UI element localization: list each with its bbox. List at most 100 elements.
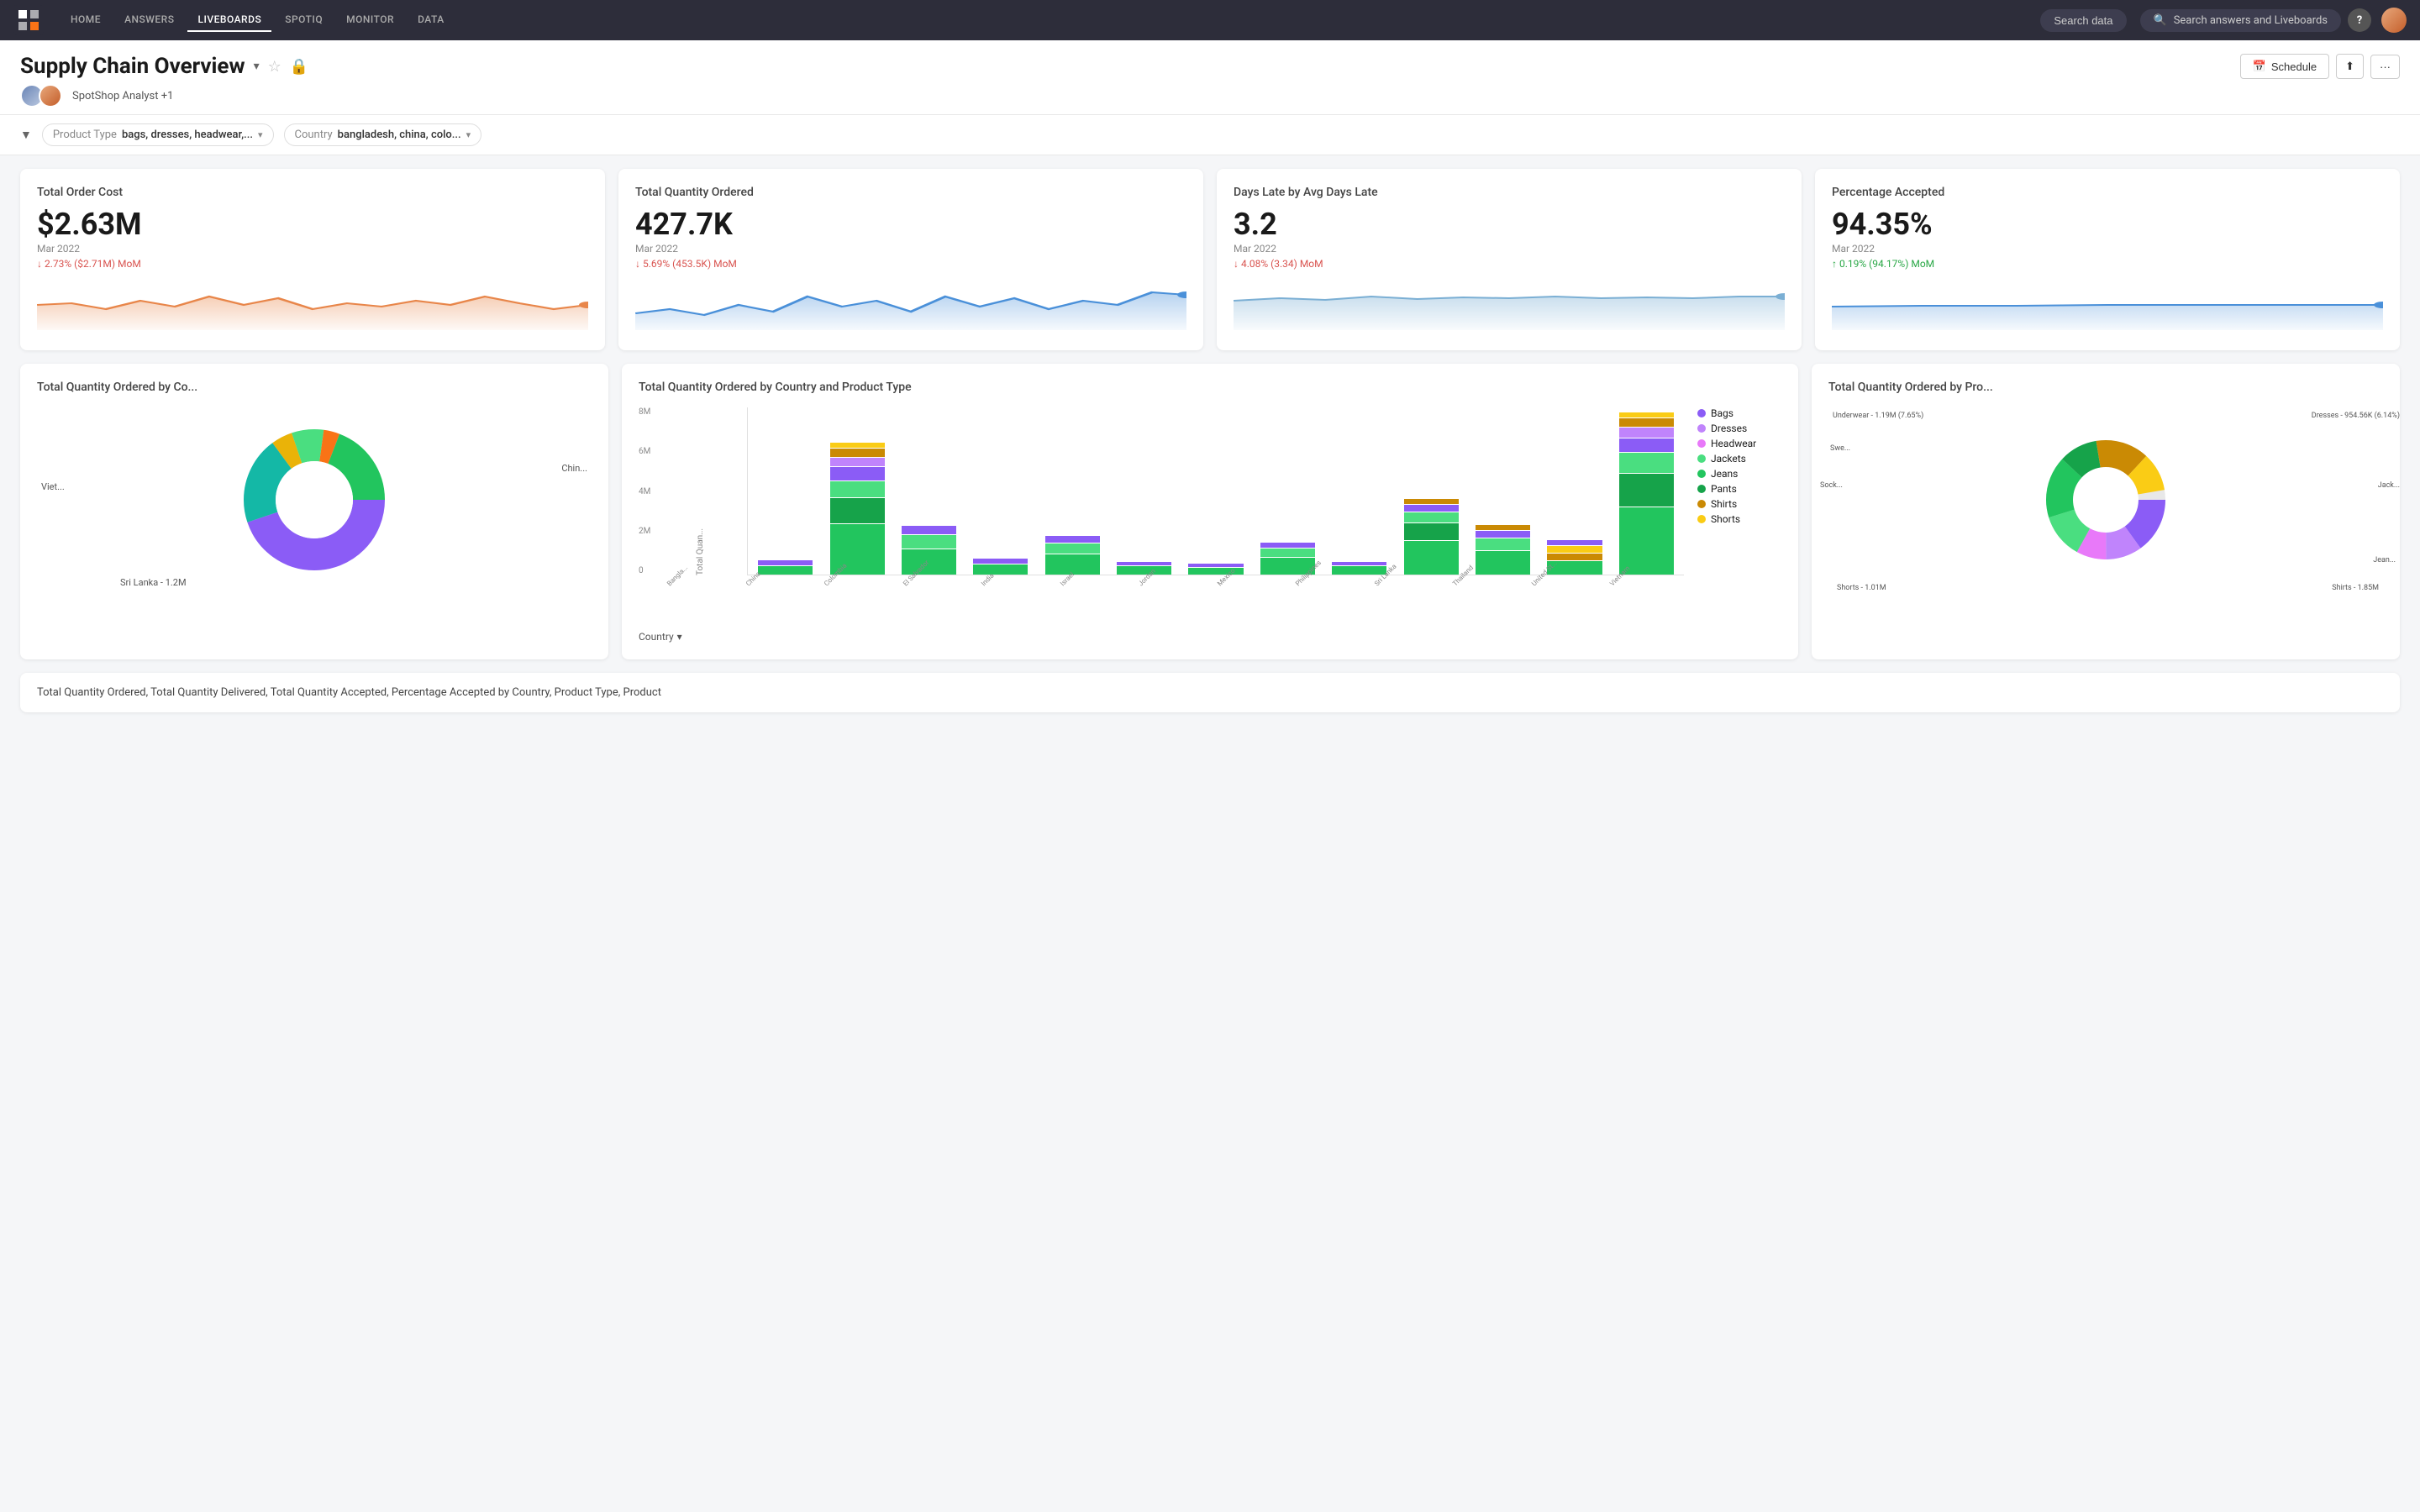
sparkline-4: [1832, 280, 2383, 330]
nav-home[interactable]: HOME: [60, 8, 111, 32]
chart-qty-by-country: Total Quantity Ordered by Co...: [20, 364, 608, 659]
kpi-value-4: 94.35%: [1832, 209, 2383, 239]
legend-headwear: Headwear: [1697, 438, 1781, 449]
up-arrow-icon-4: ↑: [1832, 258, 1837, 270]
kpi-period-1: Mar 2022: [37, 243, 588, 255]
kpi-period-4: Mar 2022: [1832, 243, 2383, 255]
avatar-group: [20, 84, 57, 108]
donut-product-svg: [2043, 437, 2169, 563]
country-arrow: ▾: [466, 129, 471, 140]
donut-country-label-vietnam: Viet...: [41, 481, 65, 492]
down-arrow-icon-3: ↓: [1234, 258, 1239, 270]
kpi-days-late: Days Late by Avg Days Late 3.2 Mar 2022 …: [1217, 169, 1802, 350]
legend-dot-bags: [1697, 409, 1706, 417]
help-button[interactable]: ?: [2348, 8, 2371, 32]
sparkline-1: [37, 280, 588, 330]
legend-dot-shorts: [1697, 515, 1706, 523]
kpi-change-2: ↓ 5.69% (453.5K) MoM: [635, 258, 1186, 270]
donut-product-label-dresses: Dresses - 954.56K (6.14%): [2312, 412, 2400, 422]
analyst-label: SpotShop Analyst +1: [72, 90, 173, 102]
header-meta: SpotShop Analyst +1: [20, 84, 2400, 108]
donut-product-label-jackets: Jack...: [2378, 481, 2400, 490]
kpi-title-1: Total Order Cost: [37, 186, 588, 199]
kpi-title-4: Percentage Accepted: [1832, 186, 2383, 199]
legend-shorts: Shorts: [1697, 513, 1781, 525]
legend-dot-jackets: [1697, 454, 1706, 463]
legend-pants: Pants: [1697, 483, 1781, 495]
chart-legend: Bags Dresses Headwear Jackets: [1697, 407, 1781, 643]
filter-icon: ▼: [20, 128, 32, 142]
lock-icon[interactable]: 🔒: [290, 58, 308, 76]
country-dropdown-arrow: ▾: [677, 631, 682, 643]
user-avatar[interactable]: [2381, 8, 2407, 33]
nav-answers[interactable]: ANSWERS: [114, 8, 184, 32]
nav-monitor[interactable]: MONITOR: [336, 8, 404, 32]
legend-dot-shirts: [1697, 500, 1706, 508]
avatar-2: [39, 84, 62, 108]
country-filter[interactable]: Country bangladesh, china, colo... ▾: [284, 123, 482, 146]
chart-title-country-donut: Total Quantity Ordered by Co...: [37, 381, 592, 394]
donut-product-label-socks: Sock...: [1820, 481, 1843, 490]
legend-dot-pants: [1697, 485, 1706, 493]
legend-jackets: Jackets: [1697, 453, 1781, 465]
donut-product-label-shirts: Shirts - 1.85M: [2332, 584, 2379, 592]
kpi-value-1: $2.63M: [37, 209, 588, 239]
legend-list: Bags Dresses Headwear Jackets: [1697, 407, 1781, 525]
search-answers-bar[interactable]: 🔍 Search answers and Liveboards: [2140, 9, 2342, 32]
kpi-period-3: Mar 2022: [1234, 243, 1785, 255]
product-type-arrow: ▾: [258, 129, 263, 140]
search-data-button[interactable]: Search data: [2040, 9, 2126, 32]
x-axis-labels: Bangla... China Colombia El Salvador Ind…: [639, 582, 1684, 624]
legend-dot-jeans: [1697, 470, 1706, 478]
nav-spotiq[interactable]: SPOTIQ: [275, 8, 333, 32]
product-type-value: bags, dresses, headwear,...: [122, 129, 253, 141]
chart-title-bar: Total Quantity Ordered by Country and Pr…: [639, 381, 1781, 394]
page-title: Supply Chain Overview: [20, 54, 245, 79]
legend-shirts: Shirts: [1697, 498, 1781, 510]
legend-jeans: Jeans: [1697, 468, 1781, 480]
favorite-star-icon[interactable]: ☆: [268, 58, 281, 76]
page-header: Supply Chain Overview ▾ ☆ 🔒 📅 Schedule ⬆…: [0, 40, 2420, 115]
schedule-button[interactable]: 📅 Schedule: [2240, 54, 2329, 79]
chart-title-product-donut: Total Quantity Ordered by Pro...: [1828, 381, 2383, 394]
search-icon: 🔍: [2154, 14, 2167, 27]
down-arrow-icon-2: ↓: [635, 258, 640, 270]
country-dropdown[interactable]: Country ▾: [639, 631, 1684, 643]
calendar-icon: 📅: [2253, 60, 2266, 73]
kpi-percentage-accepted: Percentage Accepted 94.35% Mar 2022 ↑ 0.…: [1815, 169, 2400, 350]
chart-bars-section: 8M 6M 4M 2M 0 Total Quan...: [639, 407, 1684, 643]
main-content: Total Order Cost $2.63M Mar 2022 ↓ 2.73%…: [0, 155, 2420, 726]
donut-country-label-china: Chin...: [561, 463, 587, 474]
bottom-text-content: Total Quantity Ordered, Total Quantity D…: [37, 686, 661, 699]
kpi-title-3: Days Late by Avg Days Late: [1234, 186, 1785, 199]
donut-product-label-shorts: Shorts - 1.01M: [1837, 584, 1886, 592]
more-options-button[interactable]: ···: [2370, 55, 2400, 79]
kpi-total-order-cost: Total Order Cost $2.63M Mar 2022 ↓ 2.73%…: [20, 169, 605, 350]
bottom-text-card: Total Quantity Ordered, Total Quantity D…: [20, 673, 2400, 712]
kpi-change-3: ↓ 4.08% (3.34) MoM: [1234, 258, 1785, 270]
title-left: Supply Chain Overview ▾ ☆ 🔒: [20, 54, 308, 79]
nav-data[interactable]: DATA: [408, 8, 455, 32]
sparkline-2: [635, 280, 1186, 330]
app-logo[interactable]: [13, 5, 44, 35]
sparkline-3: [1234, 280, 1785, 330]
filters-bar: ▼ Product Type bags, dresses, headwear,.…: [0, 115, 2420, 155]
product-type-filter[interactable]: Product Type bags, dresses, headwear,...…: [42, 123, 274, 146]
kpi-title-2: Total Quantity Ordered: [635, 186, 1186, 199]
nav-liveboards[interactable]: LIVEBOARDS: [187, 8, 271, 32]
kpi-value-3: 3.2: [1234, 209, 1785, 239]
title-dropdown-icon[interactable]: ▾: [254, 60, 260, 73]
legend-dresses: Dresses: [1697, 423, 1781, 434]
chart-qty-by-product: Total Quantity Ordered by Pro... Underwe…: [1812, 364, 2400, 659]
kpi-period-2: Mar 2022: [635, 243, 1186, 255]
chart-qty-by-country-product: Total Quantity Ordered by Country and Pr…: [622, 364, 1798, 659]
donut-product-container: Underwear - 1.19M (7.65%) Dresses - 954.…: [1828, 407, 2383, 592]
export-button[interactable]: ⬆: [2336, 54, 2364, 79]
donut-product-label-jeans: Jean...: [2373, 556, 2396, 564]
nav-links: HOME ANSWERS LIVEBOARDS SPOTIQ MONITOR D…: [60, 8, 2033, 32]
donut-product-label-underwear: Underwear - 1.19M (7.65%): [1833, 412, 1923, 422]
down-arrow-icon-1: ↓: [37, 258, 42, 270]
nav-right-actions: ?: [2348, 8, 2407, 33]
donut-product-label-sweaters: Swe...: [1830, 444, 1850, 453]
kpi-change-1: ↓ 2.73% ($2.71M) MoM: [37, 258, 588, 270]
